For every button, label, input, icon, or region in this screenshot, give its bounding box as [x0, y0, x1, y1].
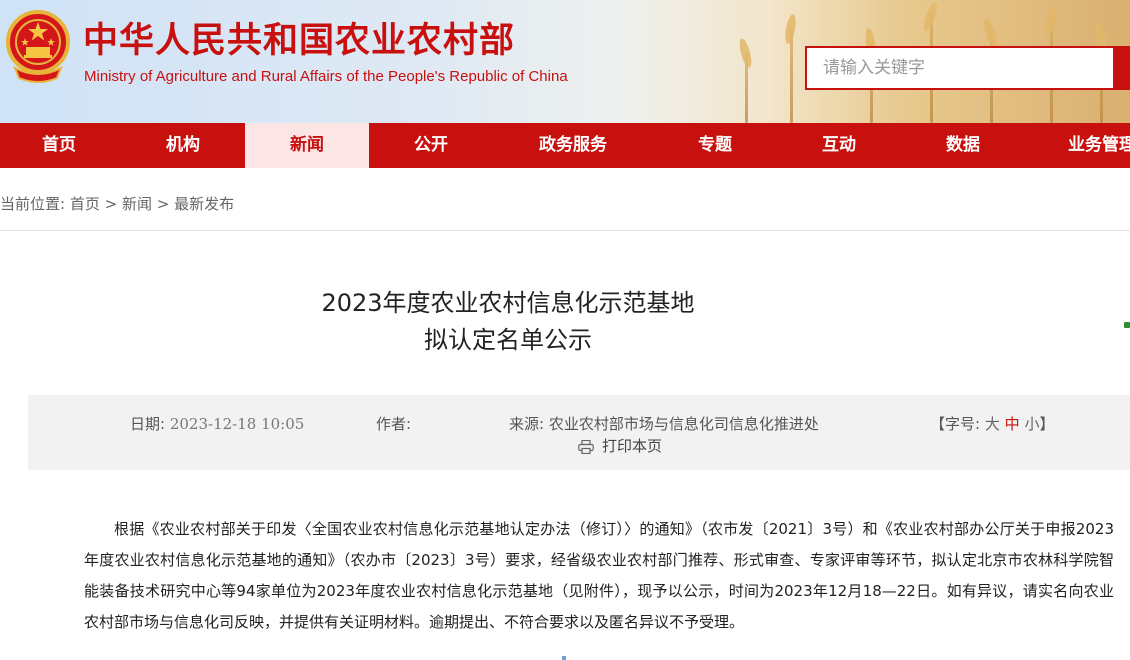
site-title: 中华人民共和国农业农村部 [83, 20, 516, 61]
breadcrumb: 当前位置: 首页 > 新闻 > 最新发布 [0, 193, 234, 214]
font-size-large-button[interactable]: 大 [985, 415, 1000, 433]
date-value: 2023-12-18 10:05 [169, 415, 305, 433]
search-input[interactable] [807, 48, 1113, 88]
font-size-close: 】 [1039, 415, 1055, 433]
search-box [805, 46, 1115, 90]
nav-item-organization[interactable]: 机构 [122, 123, 244, 168]
breadcrumb-separator: > [156, 195, 170, 213]
breadcrumb-news[interactable]: 新闻 [122, 195, 152, 213]
bottom-marker [562, 656, 566, 660]
print-page-button[interactable]: 打印本页 [578, 435, 662, 456]
article-title-line1: 2023年度农业农村信息化示范基地 [321, 289, 695, 317]
breadcrumb-separator: > [104, 195, 118, 213]
nav-item-public[interactable]: 公开 [369, 123, 493, 168]
nav-item-data[interactable]: 数据 [903, 123, 1023, 168]
article-body: 根据《农业农村部关于印发〈全国农业农村信息化示范基地认定办法（修订）〉的通知》（… [84, 520, 1114, 631]
main-nav: 首页 机构 新闻 公开 政务服务 专题 互动 数据 业务管理 [0, 123, 1130, 168]
side-marker [1124, 322, 1130, 328]
site-header: 中华人民共和国农业农村部 Ministry of Agriculture and… [0, 0, 1130, 123]
font-size-control: 【字号: 大 中 小】 [930, 413, 1054, 434]
breadcrumb-latest[interactable]: 最新发布 [174, 195, 234, 213]
nav-item-government-services[interactable]: 政务服务 [508, 123, 638, 168]
source-value: 农业农村部市场与信息化司信息化推进处 [548, 415, 819, 433]
site-subtitle: Ministry of Agriculture and Rural Affair… [84, 68, 568, 85]
date-label: 日期: [130, 415, 166, 433]
nav-item-news[interactable]: 新闻 [245, 123, 369, 168]
font-size-small-button[interactable]: 小 [1024, 415, 1039, 433]
breadcrumb-home[interactable]: 首页 [70, 195, 100, 213]
font-size-open: 【字号: [930, 415, 981, 433]
article-title-line2: 拟认定名单公示 [424, 326, 592, 354]
breadcrumb-divider [0, 230, 1130, 231]
breadcrumb-prefix: 当前位置: [0, 195, 66, 213]
nav-item-topics[interactable]: 专题 [655, 123, 775, 168]
nav-item-interaction[interactable]: 互动 [779, 123, 899, 168]
print-label: 打印本页 [602, 437, 663, 455]
printer-icon [578, 437, 602, 455]
article-meta-bar: 日期: 2023-12-18 10:05 作者: 来源: 农业农村部市场与信息化… [28, 395, 1130, 470]
nav-item-home[interactable]: 首页 [0, 123, 118, 168]
source-field: 来源: 农业农村部市场与信息化司信息化推进处 [509, 413, 819, 434]
author-label: 作者: [376, 415, 412, 433]
nav-item-business-management[interactable]: 业务管理 [1068, 123, 1130, 168]
source-label: 来源: [509, 415, 545, 433]
national-emblem-icon [5, 8, 71, 86]
date-field: 日期: 2023-12-18 10:05 [130, 413, 304, 434]
search-button[interactable] [1115, 46, 1130, 90]
font-size-medium-button[interactable]: 中 [1005, 415, 1020, 433]
